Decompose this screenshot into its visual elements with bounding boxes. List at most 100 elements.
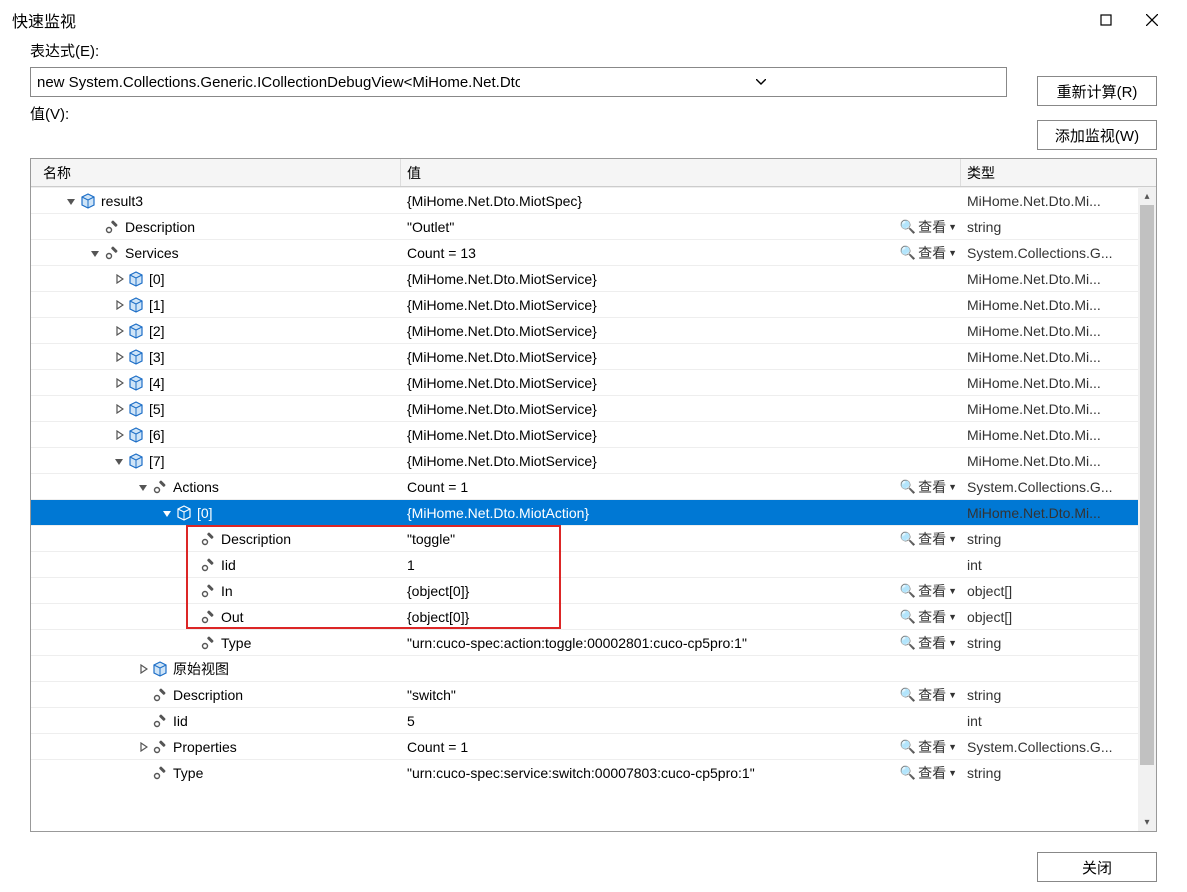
expander-closed-icon[interactable] — [111, 326, 127, 336]
table-row[interactable]: [7]{MiHome.Net.Dto.MiotService}MiHome.Ne… — [31, 447, 1156, 473]
row-type: MiHome.Net.Dto.Mi... — [961, 500, 1156, 525]
scroll-down-icon[interactable]: ▾ — [1138, 813, 1156, 831]
row-type: MiHome.Net.Dto.Mi... — [961, 448, 1156, 473]
row-value: "urn:cuco-spec:action:toggle:00002801:cu… — [407, 635, 900, 651]
row-name: Out — [221, 609, 244, 625]
row-type: System.Collections.G... — [961, 474, 1156, 499]
view-button[interactable]: 🔍查看 ▼ — [900, 477, 961, 497]
view-button[interactable]: 🔍查看 ▼ — [900, 737, 961, 757]
expander-closed-icon[interactable] — [111, 300, 127, 310]
row-type: MiHome.Net.Dto.Mi... — [961, 370, 1156, 395]
expander-closed-icon[interactable] — [135, 664, 151, 674]
row-value: {MiHome.Net.Dto.MiotService} — [407, 427, 961, 443]
magnifier-icon: 🔍 — [900, 687, 916, 703]
object-icon — [127, 348, 145, 366]
expander-closed-icon[interactable] — [111, 352, 127, 362]
expression-input[interactable]: new System.Collections.Generic.ICollecti… — [30, 67, 1007, 97]
chevron-down-icon: ▼ — [948, 768, 957, 778]
row-value: "Outlet" — [407, 219, 900, 235]
table-row[interactable]: Iid1int — [31, 551, 1156, 577]
scroll-thumb[interactable] — [1140, 205, 1154, 765]
maximize-button[interactable] — [1083, 4, 1129, 36]
scroll-up-icon[interactable]: ▴ — [1138, 187, 1156, 205]
footer: 关闭 — [0, 842, 1187, 892]
chevron-down-icon: ▼ — [948, 534, 957, 544]
table-row[interactable]: ActionsCount = 1🔍查看 ▼System.Collections.… — [31, 473, 1156, 499]
addwatch-button[interactable]: 添加监视(W) — [1037, 120, 1157, 150]
expander-open-icon[interactable] — [135, 482, 151, 492]
table-row[interactable]: Description"Outlet"🔍查看 ▼string — [31, 213, 1156, 239]
expander-closed-icon[interactable] — [111, 404, 127, 414]
row-type: System.Collections.G... — [961, 240, 1156, 265]
column-value[interactable]: 值 — [401, 159, 961, 186]
close-button[interactable]: 关闭 — [1037, 852, 1157, 882]
expander-open-icon[interactable] — [159, 508, 175, 518]
row-type: MiHome.Net.Dto.Mi... — [961, 188, 1156, 213]
view-button[interactable]: 🔍查看 ▼ — [900, 243, 961, 263]
table-row[interactable]: Type "urn:cuco-spec:action:toggle:0000280… — [31, 629, 1156, 655]
row-name: Description — [221, 531, 291, 547]
expander-closed-icon[interactable] — [111, 430, 127, 440]
table-row[interactable]: Iid5int — [31, 707, 1156, 733]
object-icon — [127, 374, 145, 392]
table-row[interactable]: [2]{MiHome.Net.Dto.MiotService}MiHome.Ne… — [31, 317, 1156, 343]
table-row[interactable]: In{object[0]}🔍查看 ▼object[] — [31, 577, 1156, 603]
vertical-scrollbar[interactable]: ▴ ▾ — [1138, 187, 1156, 831]
row-value: {MiHome.Net.Dto.MiotService} — [407, 401, 961, 417]
table-row[interactable]: Type"urn:cuco-spec:service:switch:000078… — [31, 759, 1156, 785]
row-type: int — [961, 552, 1156, 577]
table-row[interactable]: Description"toggle"🔍查看 ▼string — [31, 525, 1156, 551]
expander-closed-icon[interactable] — [111, 378, 127, 388]
titlebar: 快速监视 — [0, 0, 1187, 40]
column-name[interactable]: 名称 — [31, 159, 401, 186]
expander-closed-icon[interactable] — [111, 274, 127, 284]
object-icon — [127, 400, 145, 418]
table-row[interactable]: [3]{MiHome.Net.Dto.MiotService}MiHome.Ne… — [31, 343, 1156, 369]
view-button[interactable]: 🔍查看 ▼ — [900, 763, 961, 783]
view-button[interactable]: 🔍查看 ▼ — [900, 685, 961, 705]
close-window-button[interactable] — [1129, 4, 1175, 36]
table-row[interactable]: [5]{MiHome.Net.Dto.MiotService}MiHome.Ne… — [31, 395, 1156, 421]
table-row[interactable]: [0]{MiHome.Net.Dto.MiotAction}MiHome.Net… — [31, 499, 1156, 525]
expression-label: 表达式(E): — [30, 40, 1007, 61]
table-row[interactable]: [1]{MiHome.Net.Dto.MiotService}MiHome.Ne… — [31, 291, 1156, 317]
row-name: [6] — [149, 427, 165, 443]
wrench-icon — [151, 764, 169, 782]
table-row[interactable]: [0]{MiHome.Net.Dto.MiotService}MiHome.Ne… — [31, 265, 1156, 291]
row-type: string — [961, 214, 1156, 239]
wrench-icon — [151, 478, 169, 496]
view-button[interactable]: 🔍查看 ▼ — [900, 633, 961, 653]
table-row[interactable]: Description"switch"🔍查看 ▼string — [31, 681, 1156, 707]
expander-open-icon[interactable] — [63, 196, 79, 206]
table-row[interactable]: 原始视图 — [31, 655, 1156, 681]
row-name: Services — [125, 245, 179, 261]
table-row[interactable]: Out{object[0]}🔍查看 ▼object[] — [31, 603, 1156, 629]
magnifier-icon: 🔍 — [900, 219, 916, 235]
view-button[interactable]: 🔍查看 ▼ — [900, 529, 961, 549]
expander-closed-icon[interactable] — [135, 742, 151, 752]
view-button[interactable]: 🔍查看 ▼ — [900, 581, 961, 601]
row-name: Type — [221, 635, 251, 651]
object-icon — [127, 452, 145, 470]
expander-open-icon[interactable] — [87, 248, 103, 258]
view-button[interactable]: 🔍查看 ▼ — [900, 607, 961, 627]
view-button[interactable]: 🔍查看 ▼ — [900, 217, 961, 237]
chevron-down-icon[interactable] — [520, 79, 1003, 85]
wrench-icon — [199, 556, 217, 574]
table-row[interactable]: result3{MiHome.Net.Dto.MiotSpec}MiHome.N… — [31, 187, 1156, 213]
column-type[interactable]: 类型 — [961, 159, 1156, 186]
table-row[interactable]: PropertiesCount = 1🔍查看 ▼System.Collectio… — [31, 733, 1156, 759]
expression-text: new System.Collections.Generic.ICollecti… — [37, 74, 520, 91]
chevron-down-icon: ▼ — [948, 222, 957, 232]
row-type: MiHome.Net.Dto.Mi... — [961, 396, 1156, 421]
expander-open-icon[interactable] — [111, 456, 127, 466]
table-row[interactable]: [4]{MiHome.Net.Dto.MiotService}MiHome.Ne… — [31, 369, 1156, 395]
table-row[interactable]: ServicesCount = 13🔍查看 ▼System.Collection… — [31, 239, 1156, 265]
row-value: {MiHome.Net.Dto.MiotSpec} — [407, 193, 961, 209]
table-row[interactable]: [6]{MiHome.Net.Dto.MiotService}MiHome.Ne… — [31, 421, 1156, 447]
wrench-icon — [199, 530, 217, 548]
reevaluate-button[interactable]: 重新计算(R) — [1037, 76, 1157, 106]
row-value: {MiHome.Net.Dto.MiotService} — [407, 271, 961, 287]
row-name: Actions — [173, 479, 219, 495]
row-type — [961, 656, 1156, 681]
